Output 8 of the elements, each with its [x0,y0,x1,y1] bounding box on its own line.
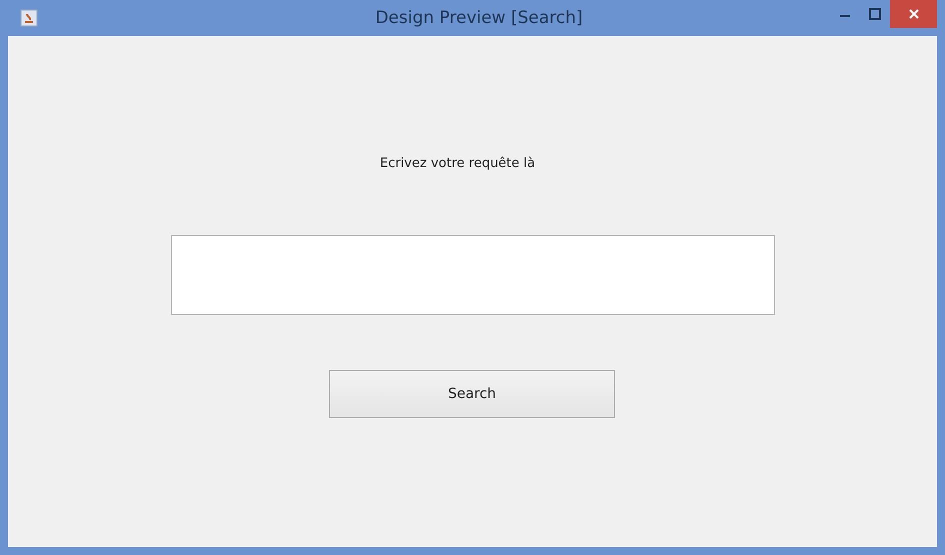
search-button[interactable]: Search [329,370,615,418]
close-icon [908,9,918,19]
window-title: Design Preview [Search] [375,8,583,28]
prompt-label: Ecrivez votre requête là [380,156,536,171]
close-button[interactable] [890,0,937,28]
query-input-field[interactable] [170,235,774,315]
maximize-icon [869,8,881,20]
app-icon [20,9,38,27]
